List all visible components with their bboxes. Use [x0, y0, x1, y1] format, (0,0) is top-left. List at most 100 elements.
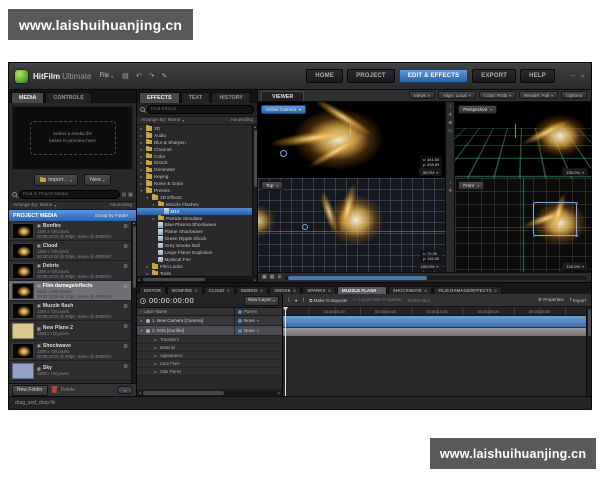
media-list-item[interactable]: ▣Smoke 1280 x 720 pixels 00:00:10:00 @ 2… [9, 381, 136, 383]
views-dropdown[interactable]: Views▾ [409, 91, 435, 99]
tab-muzzle-flash[interactable]: MUZZLE FLASH⊗ [337, 286, 387, 294]
tab-export[interactable]: EXPORT [472, 69, 516, 83]
close-icon[interactable]: ✕ [580, 73, 585, 80]
zoom-in-icon[interactable]: ✛ [448, 189, 452, 194]
effects-tree-folder[interactable]: ▾3D Effects [137, 194, 257, 201]
grid-view-icon[interactable]: ▦ [128, 192, 133, 198]
media-list-item[interactable]: ▣Debris 1280 x 720 pixels 00:00:10:00 @ … [9, 261, 136, 281]
layer-property-group[interactable]: ▸Transform [137, 336, 282, 344]
tab-sparks[interactable]: SPARKS⊗ [302, 286, 336, 294]
media-options-button[interactable]: ▾ [117, 386, 133, 394]
tab-edit-effects[interactable]: EDIT & EFFECTS [399, 69, 468, 83]
render-dropdown[interactable]: Render: Full▾ [519, 91, 558, 99]
effects-tree-folder[interactable]: ▸Particle Simulator [137, 215, 257, 222]
new-folder-button[interactable]: New Folder [12, 385, 48, 396]
close-tab-icon[interactable]: ⊗ [293, 288, 296, 293]
media-sort-order[interactable]: Ascending [110, 203, 132, 208]
scroll-up-icon[interactable]: ▲ [132, 221, 135, 225]
effects-tree-folder[interactable]: ▸3D [137, 125, 257, 132]
visibility-icon[interactable] [146, 329, 150, 333]
track-v-scrollbar[interactable] [586, 307, 591, 396]
snapshot-icon[interactable]: ▣ [262, 275, 267, 280]
visibility-icon[interactable] [146, 319, 150, 323]
effects-tree-item[interactable]: Green Ripple Shock [137, 235, 257, 242]
layer-property-group[interactable]: ▸Core Flare [137, 360, 282, 368]
effects-tree-folder[interactable]: ▸Tools [137, 270, 257, 276]
undo-icon[interactable]: ↶ [135, 72, 143, 80]
effects-tree-folder[interactable]: ▸Audio [137, 132, 257, 139]
tab-effects[interactable]: EFFECTS [139, 92, 180, 103]
timecode-display[interactable]: 00:00:00:00 [149, 296, 194, 305]
gear-icon[interactable]: ⚙ [123, 224, 128, 230]
layer-row-camera[interactable]: ▸ 1. New Camera [Camera] None▾ [137, 316, 282, 326]
tab-smoke[interactable]: SMOKE⊗ [269, 286, 301, 294]
media-list-item[interactable]: ▣Muzzle flash 1280 x 720 pixels 00:00:10… [9, 301, 136, 321]
expand-icon[interactable]: ▸ [153, 353, 158, 358]
pan-icon[interactable]: ↕ [449, 181, 452, 186]
tab-debris[interactable]: DEBRIS⊗ [236, 286, 268, 294]
expand-icon[interactable]: ▸ [153, 345, 158, 350]
orbit-icon[interactable]: ⊕ [448, 121, 452, 126]
record-icon[interactable]: ● [295, 298, 298, 303]
tab-film-damage[interactable]: FILM DAMAGE/EFFECTS⊗ [433, 286, 502, 294]
gear-icon[interactable]: ⚙ [123, 284, 128, 290]
media-list-item[interactable]: ▦Sky 1280 x 720 pixels ⚙ [9, 361, 136, 381]
effects-tree-item[interactable]: Mystical Fire [137, 256, 257, 263]
tab-media[interactable]: MEDIA [11, 92, 44, 103]
effects-tree-item[interactable]: Flame Shockwave [137, 228, 257, 235]
gear-icon[interactable]: ⚙ [123, 344, 128, 350]
expand-icon[interactable]: ▸ [153, 369, 158, 374]
tab-help[interactable]: HELP [520, 69, 555, 83]
scrollbar-thumb[interactable] [143, 391, 224, 395]
effects-tree-folder[interactable]: ▸Distort [137, 159, 257, 166]
new-button[interactable]: New▾ [84, 174, 111, 186]
gear-icon[interactable]: ⚙ [123, 244, 128, 250]
effects-tree-folder[interactable]: ▸Channel [137, 146, 257, 153]
viewer-h-scrollbar[interactable] [285, 276, 587, 280]
viewport-active-camera[interactable]: Active Camera▾ x: 441.50 y: 208.83 [258, 102, 445, 178]
front-zoom-dropdown[interactable]: 100.0%▾ [562, 262, 588, 270]
layer-property-group[interactable]: ▸Side Flares [137, 368, 282, 376]
layer-property-group[interactable]: ▸Appearance [137, 352, 282, 360]
effects-tree-scrollbar[interactable]: ▲ [252, 125, 257, 276]
expand-icon[interactable]: ▸ [139, 318, 144, 323]
close-tab-icon[interactable]: ⊗ [494, 288, 497, 293]
copy-paste-properties-button[interactable]: ✂ Copy/Paste Properties [352, 297, 402, 303]
tab-text[interactable]: TEXT [181, 92, 211, 103]
front-view-dropdown[interactable]: Front▾ [458, 181, 484, 190]
media-list-item-selected[interactable]: ▣Film damage/effects 1920 x 1080 pixels … [9, 281, 136, 301]
track-clip-m16[interactable] [283, 328, 591, 337]
tab-shockwave[interactable]: SHOCKWAVE⊗ [388, 286, 433, 294]
effects-tree-folder[interactable]: ▸Keying [137, 173, 257, 180]
zoom-in-icon[interactable]: ✛ [448, 113, 452, 118]
track-clip-camera[interactable] [283, 316, 591, 328]
scroll-left-icon[interactable]: ◂ [138, 278, 140, 282]
close-tab-icon[interactable]: ⊗ [378, 288, 381, 293]
media-search-input[interactable] [19, 190, 120, 199]
effects-tree-item[interactable]: Grey Smoke Ball [137, 242, 257, 249]
gear-icon[interactable]: ⚙ [123, 264, 128, 270]
scrollbar-thumb[interactable] [288, 276, 427, 280]
options-button[interactable]: Options [561, 91, 587, 99]
effects-tree-folder[interactable]: ▸Blur & Sharpen [137, 139, 257, 146]
scroll-right-icon[interactable]: ▸ [254, 278, 256, 282]
effects-tree-folder[interactable]: ▾Presets [137, 187, 257, 194]
viewport-top[interactable]: Top▾ x: 72.50 y: 146.00 [258, 178, 445, 272]
align-dropdown[interactable]: Align: Local▾ [438, 91, 476, 99]
redo-icon[interactable]: ↷ [148, 72, 156, 80]
effects-sort-order[interactable]: Ascending [231, 118, 253, 123]
prev-frame-icon[interactable]: ⟨ [288, 297, 290, 303]
tab-cloud[interactable]: CLOUD⊗ [204, 286, 235, 294]
tab-project[interactable]: PROJECT [347, 69, 395, 83]
export-button[interactable]: ⤒ Export [570, 298, 586, 303]
properties-button[interactable]: ⚙ Properties [538, 297, 564, 303]
playhead[interactable] [285, 307, 286, 396]
expand-icon[interactable]: ▸ [153, 337, 158, 342]
frame-icon[interactable]: ▭ [448, 129, 453, 134]
expand-icon[interactable]: ⊞ [277, 275, 281, 280]
viewport-perspective[interactable]: Perspective▾ 100.0%▾ [455, 102, 591, 178]
parent-dropdown[interactable]: None▾ [234, 326, 280, 335]
expand-icon[interactable]: ▸ [153, 361, 158, 366]
parent-dropdown[interactable]: None▾ [234, 316, 280, 325]
color-dropdown[interactable]: Color: RGB▾ [479, 91, 517, 99]
